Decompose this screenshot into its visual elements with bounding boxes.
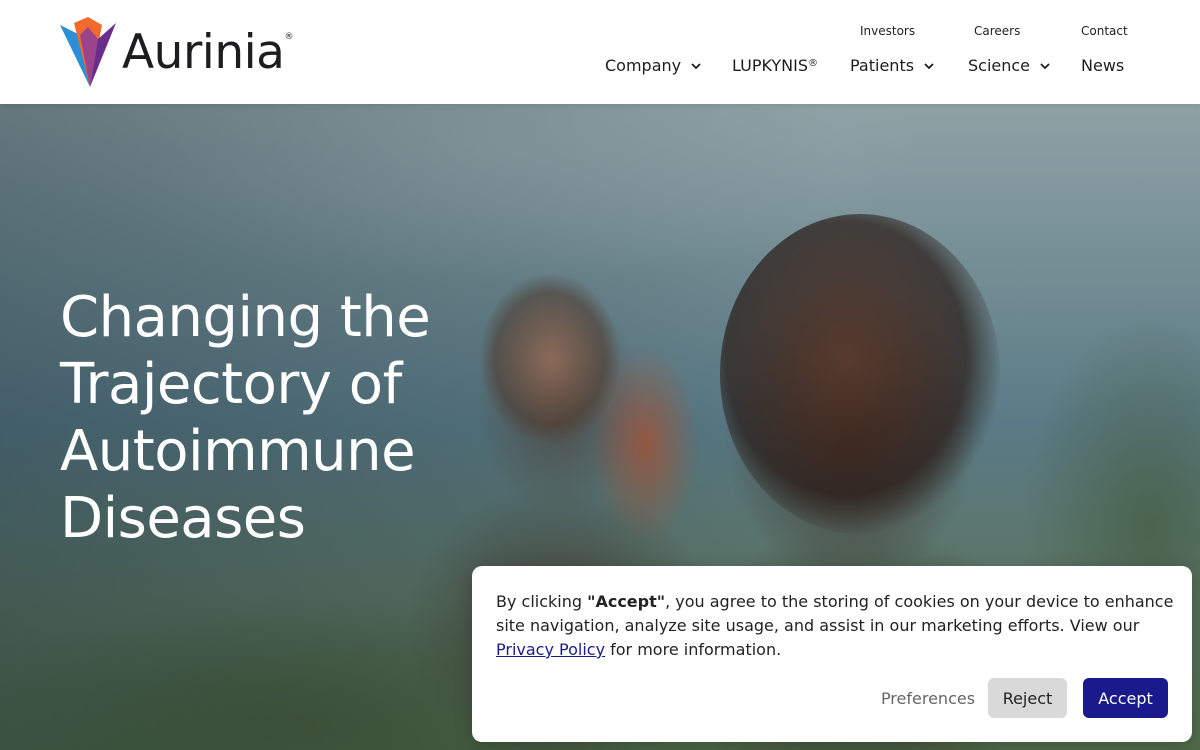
preferences-button[interactable]: Preferences	[876, 678, 980, 718]
cookie-consent-banner: By clicking "Accept", you agree to the s…	[472, 566, 1192, 742]
nav-item-label: LUPKYNIS	[732, 56, 809, 75]
chevron-down-icon	[1040, 62, 1050, 69]
hero-title-line: Diseases	[60, 486, 306, 551]
hero-title: Changing the Trajectory of Autoimmune Di…	[60, 284, 480, 552]
nav-item-patients[interactable]: Patients	[850, 56, 935, 75]
main-nav: Company LUPKYNIS ® Patients Science News	[0, 56, 1200, 78]
cookie-text-bold: "Accept"	[587, 592, 666, 611]
utility-link-contact[interactable]: Contact	[1081, 24, 1128, 38]
cookie-message: By clicking "Accept", you agree to the s…	[496, 590, 1176, 662]
nav-item-lupkynis[interactable]: LUPKYNIS ®	[732, 56, 818, 75]
chevron-down-icon	[691, 62, 701, 69]
nav-item-label: Company	[605, 56, 682, 75]
nav-item-label: Science	[968, 56, 1031, 75]
hero-title-line: Trajectory of	[60, 352, 402, 417]
nav-item-science[interactable]: Science	[968, 56, 1051, 75]
nav-item-company[interactable]: Company	[605, 56, 702, 75]
accept-button[interactable]: Accept	[1083, 678, 1168, 718]
nav-item-news[interactable]: News	[1081, 56, 1124, 75]
nav-item-label: News	[1081, 56, 1125, 75]
site-header: Aurinia® Investors Careers Contact Compa…	[0, 0, 1200, 104]
chevron-down-icon	[924, 62, 934, 69]
registered-mark: ®	[808, 58, 819, 69]
hero-title-line: Changing the	[60, 285, 431, 350]
reject-button[interactable]: Reject	[988, 678, 1067, 718]
utility-link-investors[interactable]: Investors	[860, 24, 915, 38]
utility-link-careers[interactable]: Careers	[974, 24, 1020, 38]
privacy-policy-link[interactable]: Privacy Policy	[496, 640, 605, 659]
hero-title-line: Autoimmune	[60, 419, 416, 484]
nav-item-label: Patients	[850, 56, 915, 75]
cookie-text: By clicking	[496, 592, 588, 611]
utility-nav: Investors Careers Contact	[0, 24, 1200, 40]
cookie-text: for more information.	[605, 640, 782, 659]
